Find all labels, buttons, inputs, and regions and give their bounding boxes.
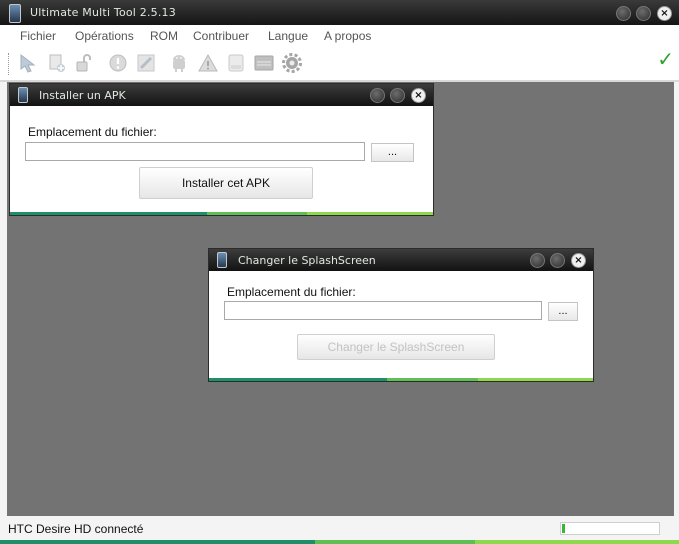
unlock-icon[interactable] — [73, 52, 95, 74]
apk-path-input[interactable] — [25, 142, 365, 161]
minimize-button[interactable] — [616, 6, 631, 21]
title-bar[interactable]: Ultimate Multi Tool 2.5.13 × — [0, 0, 679, 25]
brush-icon[interactable] — [135, 52, 157, 74]
hazard-triangle-icon[interactable] — [197, 52, 219, 74]
progress-fill — [562, 524, 565, 533]
splashscreen-title-bar[interactable]: Changer le SplashScreen × — [209, 249, 593, 271]
menu-a-propos[interactable]: A propos — [324, 29, 371, 43]
install-apk-dialog: Installer un APK × Emplacement du fichie… — [9, 83, 434, 216]
toolbar-grip — [8, 53, 11, 75]
close-button[interactable]: × — [411, 88, 426, 103]
warning-circle-icon[interactable] — [107, 52, 129, 74]
android-robot-icon[interactable] — [168, 52, 190, 74]
change-splashscreen-button[interactable]: Changer le SplashScreen — [297, 334, 495, 360]
status-bar: HTC Desire HD connecté — [0, 518, 679, 540]
menu-fichier[interactable]: Fichier — [20, 29, 56, 43]
menu-operations[interactable]: Opérations — [75, 29, 134, 43]
splash-path-input[interactable] — [224, 301, 542, 320]
connection-status: HTC Desire HD connecté — [8, 522, 144, 536]
menu-contribuer[interactable]: Contribuer — [193, 29, 249, 43]
dialog-accent-strip — [10, 212, 433, 215]
add-file-icon[interactable] — [46, 52, 68, 74]
install-apk-title: Installer un APK — [39, 89, 126, 102]
dialog-accent-strip — [209, 378, 593, 381]
splash-path-label: Emplacement du fichier: — [227, 285, 356, 299]
checkmark-icon: ✓ — [657, 47, 674, 71]
apk-browse-button[interactable]: ... — [371, 143, 414, 162]
arrow-cursor-icon[interactable] — [17, 52, 39, 74]
splash-browse-button[interactable]: ... — [548, 302, 578, 321]
maximize-button[interactable] — [550, 253, 565, 268]
app-logo-icon — [18, 87, 28, 103]
application-window: Ultimate Multi Tool 2.5.13 × Fichier Opé… — [0, 0, 679, 544]
minimize-button[interactable] — [530, 253, 545, 268]
close-button[interactable]: × — [571, 253, 586, 268]
install-apk-title-bar[interactable]: Installer un APK × — [10, 84, 433, 106]
menu-rom[interactable]: ROM — [150, 29, 178, 43]
menu-bar: Fichier Opérations ROM Contribuer Langue… — [0, 25, 679, 47]
splashscreen-title: Changer le SplashScreen — [238, 254, 376, 267]
screen-icon[interactable] — [253, 52, 275, 74]
progress-bar — [560, 522, 660, 535]
close-button[interactable]: × — [657, 6, 672, 21]
toolbar: ✓ — [0, 47, 679, 82]
window-accent-strip — [0, 540, 679, 544]
blank-file-icon[interactable] — [225, 52, 247, 74]
gear-icon[interactable] — [281, 52, 303, 74]
install-apk-button[interactable]: Installer cet APK — [139, 167, 313, 199]
minimize-button[interactable] — [370, 88, 385, 103]
app-logo-icon — [9, 4, 21, 23]
splashscreen-dialog: Changer le SplashScreen × Emplacement du… — [208, 248, 594, 382]
app-logo-icon — [217, 252, 227, 268]
window-title: Ultimate Multi Tool 2.5.13 — [30, 6, 176, 19]
apk-path-label: Emplacement du fichier: — [28, 125, 157, 139]
menu-langue[interactable]: Langue — [268, 29, 308, 43]
maximize-button[interactable] — [636, 6, 651, 21]
maximize-button[interactable] — [390, 88, 405, 103]
